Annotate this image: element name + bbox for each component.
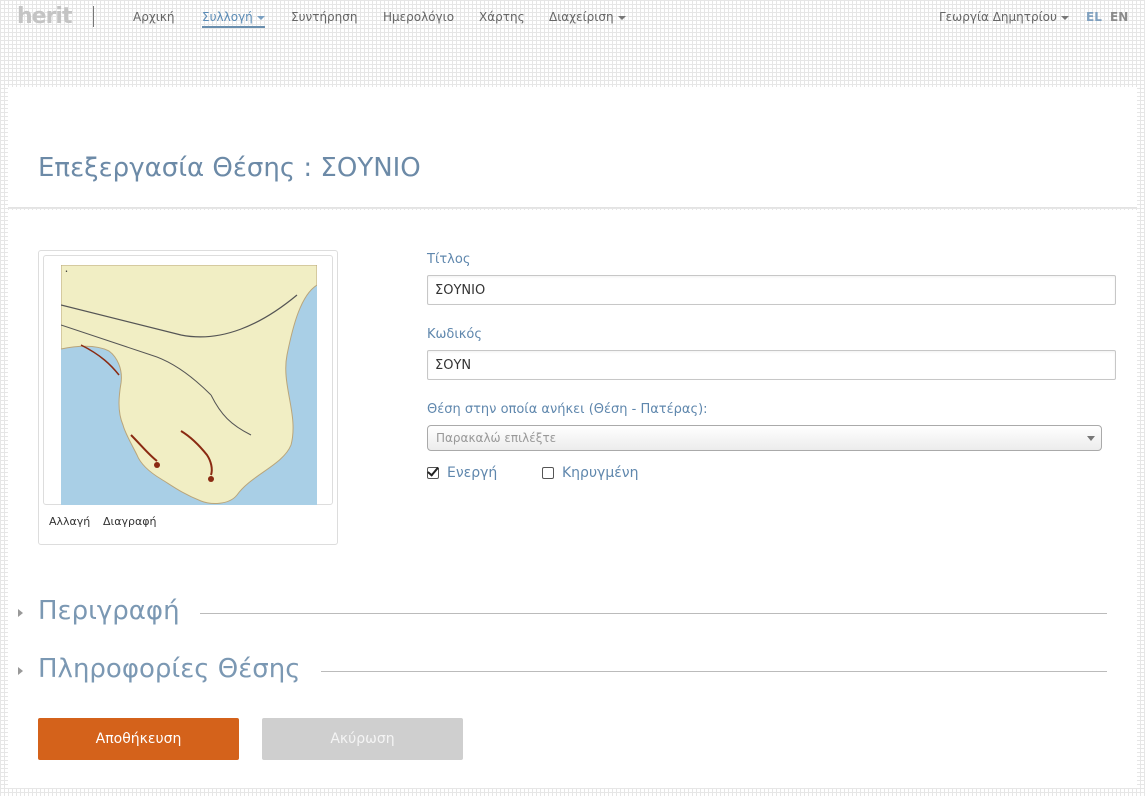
caret-down-icon <box>1060 15 1069 20</box>
nav-item-home[interactable]: Αρχική <box>133 9 175 25</box>
declared-checkbox-label: Κηρυγμένη <box>562 465 639 481</box>
nav-item-collection[interactable]: Συλλογή <box>202 9 265 28</box>
herit-logo[interactable]: herit <box>17 4 73 30</box>
code-input[interactable] <box>427 350 1116 380</box>
logo-text: herit <box>17 4 72 29</box>
title-input[interactable] <box>427 275 1116 305</box>
section-site-information[interactable]: Πληροφορίες Θέσης <box>8 654 1137 688</box>
user-menu[interactable]: Γεωργία Δημητρίου <box>939 9 1069 25</box>
edit-form-panel: • Αλλαγή Διαγραφή Τίτλος Κωδικός Θέση στ… <box>8 210 1137 788</box>
declared-checkbox[interactable] <box>542 467 554 479</box>
nav-item-label: Ημερολόγιο <box>383 10 455 24</box>
parent-site-placeholder: Παρακαλώ επιλέξτε <box>436 431 557 445</box>
nav-item-label: Χάρτης <box>479 10 525 24</box>
language-el[interactable]: EL <box>1086 9 1102 25</box>
section-description[interactable]: Περιγραφή <box>8 596 1137 630</box>
page-title: Επεξεργασία Θέσης : ΣΟΥΝΙΟ <box>38 153 421 183</box>
top-navbar: herit Αρχική Συλλογή Συντήρηση Ημερολόγι… <box>0 0 1145 34</box>
cancel-button[interactable]: Ακύρωση <box>262 718 463 760</box>
active-checkbox-label: Ενεργή <box>447 465 498 481</box>
save-button[interactable]: Αποθήκευση <box>38 718 239 760</box>
nav-item-label: Διαχείριση <box>549 10 614 24</box>
code-label: Κωδικός <box>427 327 483 342</box>
logo-divider <box>93 6 94 27</box>
caret-down-icon <box>617 15 626 20</box>
map-image[interactable]: • <box>61 265 317 505</box>
language-en[interactable]: EN <box>1110 9 1128 25</box>
nav-item-label: Συλλογή <box>202 10 253 24</box>
expand-arrow-icon <box>18 667 23 675</box>
image-thumbnail-frame: • <box>43 255 333 505</box>
nav-item-maintenance[interactable]: Συντήρηση <box>291 9 358 25</box>
nav-item-label: Συντήρηση <box>291 10 358 24</box>
expand-arrow-icon <box>18 609 23 617</box>
caret-down-icon <box>256 15 265 20</box>
user-name: Γεωργία Δημητρίου <box>939 10 1057 24</box>
title-label: Τίτλος <box>427 252 471 267</box>
nav-item-administration[interactable]: Διαχείριση <box>549 9 626 25</box>
parent-site-select[interactable]: Παρακαλώ επιλέξτε <box>427 425 1102 451</box>
chevron-down-icon <box>1087 436 1095 441</box>
nav-item-label: Αρχική <box>133 10 175 24</box>
image-card: • Αλλαγή Διαγραφή <box>38 250 338 545</box>
nav-item-map[interactable]: Χάρτης <box>479 9 525 25</box>
page-header: Επεξεργασία Θέσης : ΣΟΥΝΙΟ <box>8 87 1137 208</box>
change-image-link[interactable]: Αλλαγή <box>49 515 90 528</box>
section-title: Πληροφορίες Θέσης <box>38 654 321 684</box>
nav-item-calendar[interactable]: Ημερολόγιο <box>383 9 454 25</box>
active-checkbox[interactable] <box>427 467 439 479</box>
delete-image-link[interactable]: Διαγραφή <box>103 515 156 528</box>
parent-site-label: Θέση στην οποία ανήκει (Θέση - Πατέρας): <box>427 402 708 417</box>
section-title: Περιγραφή <box>38 596 200 626</box>
svg-text:•: • <box>65 269 68 275</box>
